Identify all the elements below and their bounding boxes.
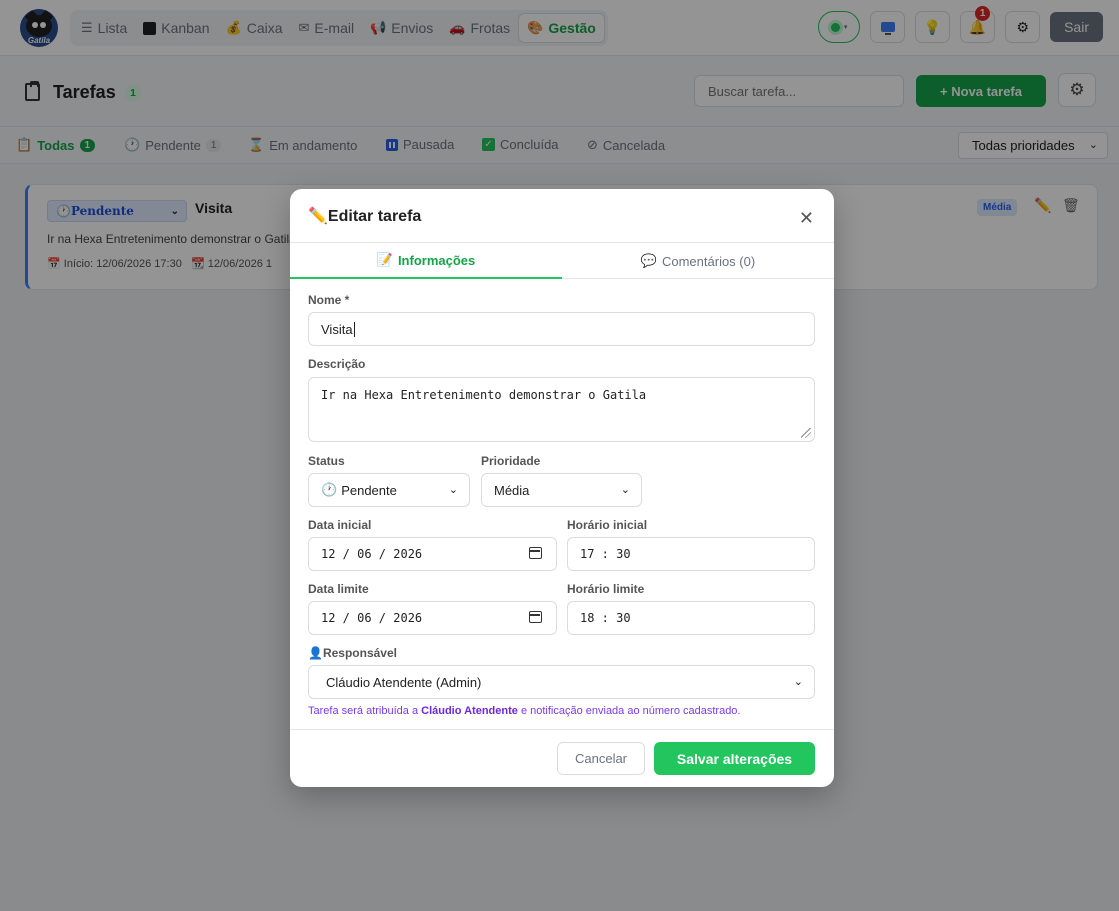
close-icon[interactable]: ✕ <box>799 208 814 229</box>
responsible-label: 👤Responsável <box>308 646 397 660</box>
note-assignee: Cláudio Atendente <box>421 705 518 717</box>
description-textarea[interactable]: Ir na Hexa Entretenimento demonstrar o G… <box>308 377 815 442</box>
text-caret <box>353 321 355 337</box>
calendar-icon[interactable] <box>529 547 542 559</box>
status-label: Status <box>308 454 345 468</box>
end-date-value: 12 / 06 / 2026 <box>321 611 423 625</box>
chevron-down-icon: ⌄ <box>620 484 630 496</box>
tab-label: Informações <box>397 252 476 268</box>
end-date-label: Data limite <box>308 582 369 596</box>
description-value: Ir na Hexa Entretenimento demonstrar o G… <box>321 388 647 402</box>
name-input-value: Visita <box>321 321 353 337</box>
end-date-input[interactable]: 12 / 06 / 2026 <box>308 601 557 635</box>
name-label: Nome * <box>308 293 350 307</box>
chevron-down-icon: ⌄ <box>793 676 803 688</box>
pencil-icon: ✏️ <box>308 208 328 225</box>
start-time-input[interactable]: 17 : 30 <box>567 537 815 571</box>
resize-handle-icon[interactable] <box>801 428 811 438</box>
priority-select-value: Média <box>494 482 530 498</box>
start-time-label: Horário inicial <box>567 518 648 532</box>
responsible-select[interactable]: Cláudio Atendente (Admin) ⌄ <box>308 665 815 699</box>
modal-title-text: Editar tarefa <box>327 208 422 225</box>
edit-task-modal: ✏️Editar tarefa ✕ 📝 Informações 💬 Coment… <box>290 189 834 787</box>
status-select-value: Pendente <box>341 482 397 498</box>
speech-bubble-icon: 💬 <box>640 253 657 268</box>
note-suffix: e notificação enviada ao número cadastra… <box>517 705 741 717</box>
clock-icon: 🕐 <box>321 482 338 497</box>
end-time-input[interactable]: 18 : 30 <box>567 601 815 635</box>
priority-select[interactable]: Média ⌄ <box>481 473 642 507</box>
assignment-note: Tarefa será atribuída a Cláudio Atendent… <box>308 705 740 717</box>
memo-icon: 📝 <box>376 252 393 267</box>
start-time-value: 17 : 30 <box>580 547 631 561</box>
responsible-label-text: Responsável <box>322 646 397 660</box>
description-label: Descrição <box>308 357 366 371</box>
priority-label: Prioridade <box>481 454 541 468</box>
start-date-value: 12 / 06 / 2026 <box>321 547 423 561</box>
chevron-down-icon: ⌄ <box>448 484 458 496</box>
start-date-label: Data inicial <box>308 518 372 532</box>
modal-footer-divider <box>290 729 834 730</box>
tab-comentarios[interactable]: 💬 Comentários (0) <box>562 243 834 279</box>
tab-informacoes[interactable]: 📝 Informações <box>290 243 562 279</box>
end-time-value: 18 : 30 <box>580 611 631 625</box>
calendar-icon[interactable] <box>529 611 542 623</box>
name-input[interactable]: Visita <box>308 312 815 346</box>
start-date-input[interactable]: 12 / 06 / 2026 <box>308 537 557 571</box>
note-prefix: Tarefa será atribuída a <box>308 705 422 717</box>
person-icon: 👤 <box>308 646 323 660</box>
cancel-button[interactable]: Cancelar <box>557 742 645 775</box>
responsible-select-value: Cláudio Atendente (Admin) <box>326 674 482 690</box>
modal-title: ✏️Editar tarefa <box>308 206 421 226</box>
status-select[interactable]: 🕐 Pendente ⌄ <box>308 473 470 507</box>
save-button[interactable]: Salvar alterações <box>654 742 815 775</box>
tab-label: Comentários (0) <box>661 253 756 269</box>
modal-tabs: 📝 Informações 💬 Comentários (0) <box>290 242 834 279</box>
end-time-label: Horário limite <box>567 582 645 596</box>
